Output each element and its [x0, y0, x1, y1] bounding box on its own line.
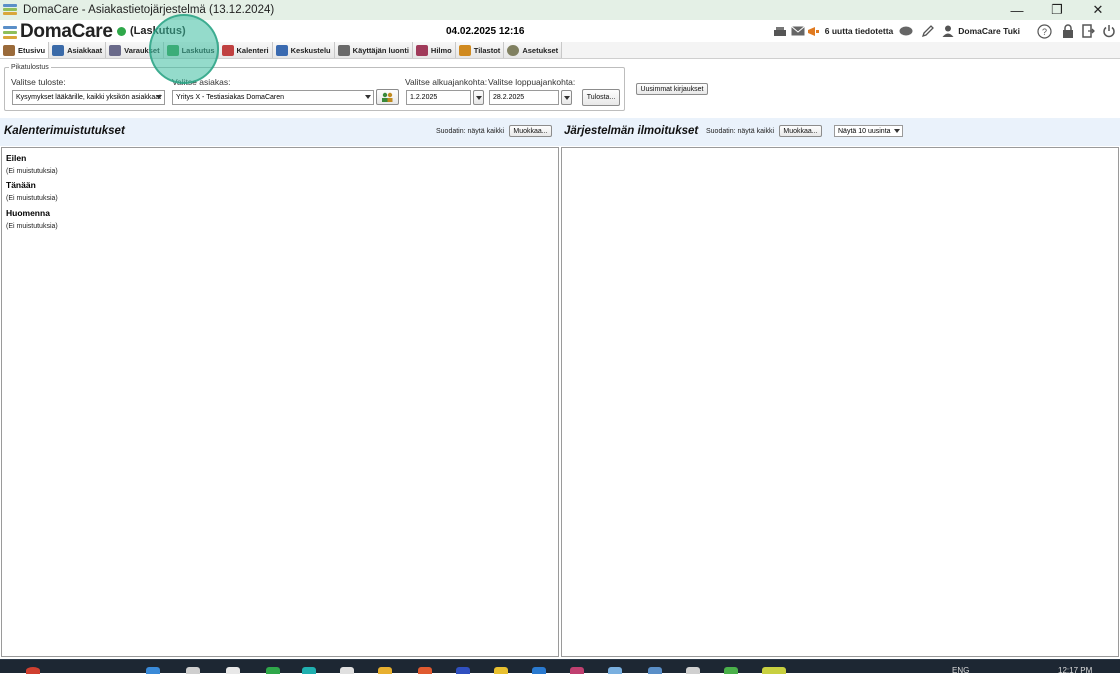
hilmo-icon	[415, 44, 428, 56]
app-icon	[3, 4, 17, 16]
people-icon	[52, 44, 65, 56]
lock-icon[interactable]	[1058, 20, 1078, 42]
building-icon	[109, 44, 122, 56]
language-indicator[interactable]: ENG	[952, 666, 969, 675]
notifications-link[interactable]: 6 uutta tiedotetta	[825, 26, 893, 36]
tab-kalenteri[interactable]: Kalenteri	[218, 42, 273, 58]
power-icon[interactable]	[1098, 20, 1120, 42]
gear-icon	[507, 44, 520, 56]
calendar-reminders-panel: Eilen (Ei muistutuksia) Tänään (Ei muist…	[1, 147, 559, 657]
piggy-bank-icon	[166, 44, 179, 56]
tab-keskustelu[interactable]: Keskustelu	[272, 42, 335, 58]
svg-text:?: ?	[1041, 27, 1046, 37]
panels-header: Kalenterimuistutukset Suodatin: näytä ka…	[0, 118, 1120, 146]
day-empty-yesterday: (Ei muistutuksia)	[6, 168, 58, 175]
print-button[interactable]: Tulosta...	[582, 89, 620, 106]
pencil-icon[interactable]	[915, 20, 941, 42]
user-add-icon	[337, 44, 350, 56]
taskbar-clock[interactable]: 12:17 PM	[1058, 666, 1092, 675]
calendar-filter-text: Suodatin: näytä kaikki	[436, 128, 505, 135]
logout-icon[interactable]	[1078, 20, 1098, 42]
help-icon[interactable]: ?	[1030, 20, 1058, 42]
report-label: Valitse tuloste:	[11, 77, 66, 87]
restore-button[interactable]: ❐	[1037, 0, 1077, 20]
people-icon	[381, 92, 392, 102]
chat-bubble-icon[interactable]	[897, 20, 915, 42]
domacare-logo: DomaCare	[3, 21, 113, 43]
quickprint-box: Pikatulostus Valitse tuloste: Kysymykset…	[4, 64, 625, 111]
window-title: DomaCare - Asiakastietojärjestelmä (13.1…	[23, 4, 275, 16]
main-navigation: Etusivu Asiakkaat Varaukset Laskutus Kal…	[0, 42, 1120, 59]
day-title-today: Tänään	[6, 180, 36, 190]
quickprint-legend: Pikatulostus	[9, 64, 51, 71]
day-empty-today: (Ei muistutuksia)	[6, 195, 58, 202]
day-empty-tomorrow: (Ei muistutuksia)	[6, 223, 58, 230]
tab-hilmo[interactable]: Hilmo	[412, 42, 456, 58]
customer-select[interactable]: Yritys X - Testiasiakas DomaCaren	[172, 90, 374, 105]
printer-icon[interactable]	[771, 20, 789, 42]
end-date-field[interactable]: 28.2.2025	[489, 90, 559, 105]
chart-icon	[458, 44, 471, 56]
latest-entries-button[interactable]: Uusimmat kirjaukset	[636, 83, 708, 95]
customer-label: Valitse asiakas:	[172, 77, 231, 87]
status-dot-icon	[117, 27, 126, 36]
report-select[interactable]: Kysymykset lääkärille, kaikki yksikön as…	[12, 90, 165, 105]
calendar-edit-button[interactable]: Muokkaa...	[509, 125, 552, 137]
tab-etusivu[interactable]: Etusivu	[0, 42, 50, 58]
start-date-label: Valitse alkuajankohta:	[405, 77, 488, 87]
day-title-tomorrow: Huomenna	[6, 208, 50, 218]
tab-laskutus[interactable]: Laskutus	[163, 42, 219, 58]
brand-name: DomaCare	[20, 21, 113, 42]
day-title-yesterday: Eilen	[6, 153, 27, 163]
minimize-button[interactable]: —	[997, 0, 1037, 20]
os-taskbar: ENG 12:17 PM	[0, 659, 1120, 675]
tab-kayttajan-luonti[interactable]: Käyttäjän luonti	[334, 42, 413, 58]
system-filter-text: Suodatin: näytä kaikki	[706, 128, 775, 135]
window-titlebar: DomaCare - Asiakastietojärjestelmä (13.1…	[0, 0, 1120, 20]
tab-asiakkaat[interactable]: Asiakkaat	[49, 42, 107, 58]
current-user[interactable]: DomaCare Tuki	[958, 26, 1020, 36]
current-datetime: 04.02.2025 12:16	[446, 26, 525, 37]
close-button[interactable]: ✕	[1078, 0, 1118, 20]
system-edit-button[interactable]: Muokkaa...	[779, 125, 822, 137]
customer-search-button[interactable]	[376, 89, 399, 105]
tab-tilastot[interactable]: Tilastot	[455, 42, 505, 58]
tab-asetukset[interactable]: Asetukset	[504, 42, 563, 58]
megaphone-icon[interactable]	[807, 20, 821, 42]
start-date-picker-button[interactable]	[473, 90, 484, 105]
system-panel-title: Järjestelmän ilmoitukset	[564, 125, 699, 137]
end-date-label: Valitse loppuajankohta:	[488, 77, 576, 87]
user-icon	[941, 20, 955, 42]
end-date-picker-button[interactable]	[561, 90, 572, 105]
home-icon	[3, 44, 15, 56]
status-label: (Laskutus)	[130, 25, 186, 37]
calendar-panel-title: Kalenterimuistutukset	[4, 125, 125, 137]
show-latest-select[interactable]: Näytä 10 uusinta	[834, 125, 903, 137]
mail-icon[interactable]	[789, 20, 807, 42]
start-date-field[interactable]: 1.2.2025	[406, 90, 471, 105]
calendar-icon	[221, 44, 234, 56]
tab-varaukset[interactable]: Varaukset	[106, 42, 164, 58]
app-header: DomaCare (Laskutus) 04.02.2025 12:16 6 u…	[0, 20, 1120, 42]
chat-icon	[275, 44, 288, 56]
system-notifications-panel	[561, 147, 1119, 657]
